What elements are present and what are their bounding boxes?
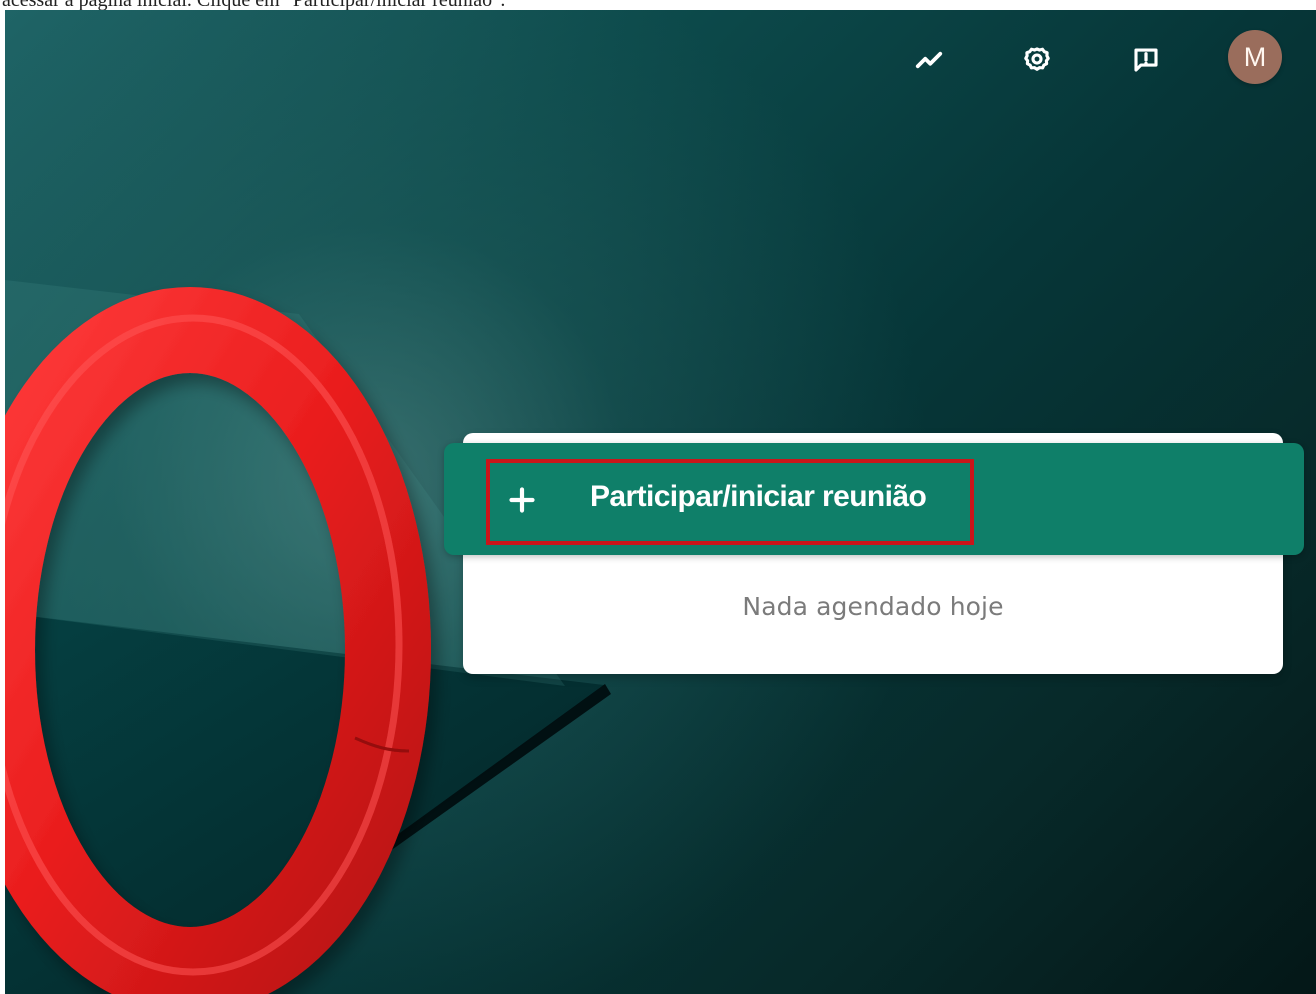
- meeting-card: [444, 433, 1304, 674]
- google-meet-home-screen: M Participar/iniciar reunião Nada agenda…: [5, 10, 1316, 994]
- trend-icon[interactable]: [907, 38, 951, 82]
- empty-schedule-message: Nada agendado hoje: [742, 592, 1004, 621]
- settings-icon-svg: [1024, 47, 1050, 71]
- cropped-caption-text: acessar a página inicial. Clique em "Par…: [2, 0, 505, 10]
- feedback-icon[interactable]: [1124, 38, 1168, 82]
- settings-icon[interactable]: [1015, 38, 1059, 82]
- avatar-initial: M: [1243, 41, 1267, 72]
- user-avatar[interactable]: M: [1228, 30, 1282, 84]
- start-meeting-label[interactable]: Participar/iniciar reunião: [590, 480, 927, 514]
- plus-icon: [503, 481, 541, 519]
- tutorial-screenshot: acessar a página inicial. Clique em "Par…: [0, 0, 1316, 994]
- cropped-caption-strip: acessar a página inicial. Clique em "Par…: [0, 0, 1316, 10]
- plus-icon-svg: [509, 487, 535, 513]
- feedback-icon-svg: [1134, 48, 1158, 72]
- trend-icon-svg: [915, 51, 943, 69]
